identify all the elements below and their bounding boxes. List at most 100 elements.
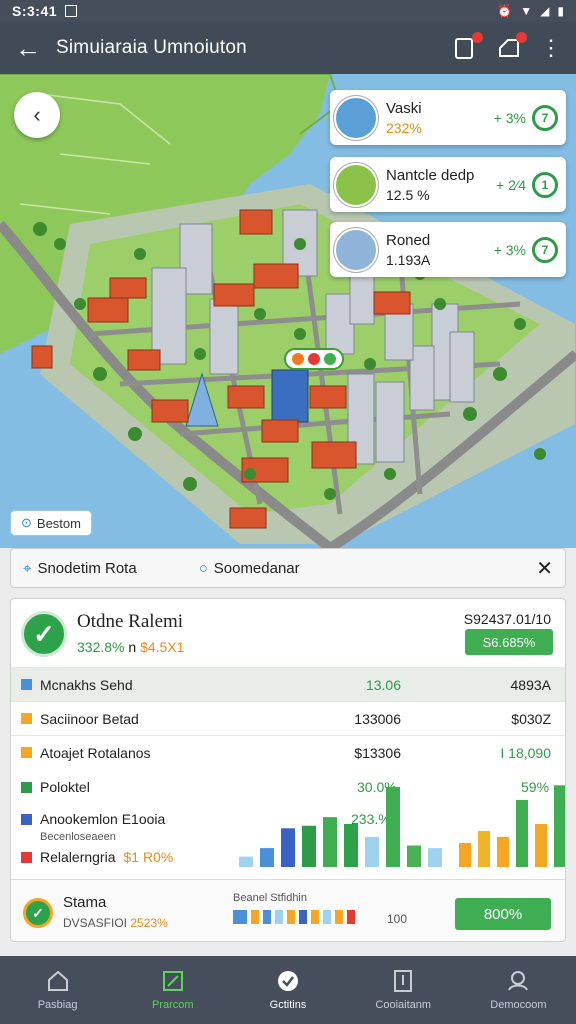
route-destination-label: Soomedanar [213,559,300,577]
row-label: Saciinoor Betad [40,710,139,727]
row-value: 13.06 [365,676,401,693]
left-bar-7 [386,787,400,867]
edit-icon [162,971,183,991]
search-icon: ○ [198,559,208,577]
legend-swatch [21,679,32,690]
map-chip-label: Bestom [36,515,81,531]
report-sub-orange: $4.5X1 [140,639,185,655]
bar-chart: Poloktel Anookemlon E1ooia Becenloseaeen… [11,769,565,871]
report-footer: ✓ Stama DVSASFIOI 2523% Beanel Stfidhin … [11,879,565,941]
left-bar-3 [302,825,316,867]
nav-item-3[interactable]: Cooiaitanm [346,956,461,1024]
footer-sub-text: DVSASFIOI [63,916,128,930]
route-destination[interactable]: ○ Soomedanar [199,560,300,577]
nav-label: Gctitins [269,999,307,1011]
map-card-delta: + 3% [493,109,526,126]
route-origin[interactable]: ⌖ Snodetim Rota [23,560,137,577]
marker-dot-red [308,353,320,365]
footer-mini-bars [233,910,355,924]
document-icon [394,970,413,992]
table-row[interactable]: Atoajet Rotalanos $13306 I 18,090 [11,735,565,769]
left-bar-5 [344,824,358,867]
city-map[interactable]: ‹ Vaski 232% + 3% 7 Nantcle dedp 12.5 % … [0,74,576,548]
nav-item-0[interactable]: Pasbiag [0,956,115,1024]
more-icon[interactable]: ⋮ [540,37,562,59]
left-bar-8 [407,845,421,867]
close-icon[interactable]: ✕ [536,556,553,581]
pin-icon: ⌖ [23,559,32,577]
footer-title: Stama [63,894,107,911]
back-icon[interactable]: ← [0,33,56,64]
left-bar-9 [428,848,442,867]
nav-label: Pasbiag [37,999,78,1011]
map-card-progress-icon: 1 [532,171,558,198]
report-sub-green: 332.8% [77,639,125,655]
share-icon[interactable] [496,32,527,61]
home-icon [47,970,68,991]
notification-icon [65,5,78,17]
left-bar-2 [281,828,295,867]
wifi-icon: ▼ [520,4,533,18]
nav-item-1[interactable]: Prarcom [115,956,230,1024]
route-search-bar[interactable]: ⌖ Snodetim Rota ○ Soomedanar ✕ [10,548,566,588]
map-card-progress-icon: 7 [532,104,558,131]
right-bar-1 [478,830,490,867]
route-origin-label: Snodetim Rota [37,559,137,577]
right-bar-3 [516,799,528,867]
legend-swatch [21,713,32,724]
battery-icon: ▮ [557,4,564,18]
nav-item-2[interactable]: Gctitins [230,956,345,1024]
right-bar-4 [535,824,547,867]
map-card-2[interactable]: Roned 1.193A + 3% 7 [330,222,566,277]
profile-icon [508,971,529,991]
map-card-1[interactable]: Nantcle dedp 12.5 % + 2⁄4 1 [330,157,566,212]
footer-bar-num: 100 [387,912,408,926]
map-card-pct: 1.193A [386,251,431,268]
map-location-chip[interactable]: ⊙ Bestom [10,510,92,536]
right-bar-2 [497,836,509,867]
legend-swatch [21,747,32,758]
map-marker[interactable] [284,348,344,370]
map-card-pct: 232% [386,119,422,136]
marker-dot-green [324,353,336,365]
footer-sub: DVSASFIOI 2523% [63,916,168,930]
nav-label: Democoom [490,999,547,1011]
report-action-button[interactable]: S6.685% [465,629,553,655]
app-bar: ← Simuiaraia Umnoiuton ⋮ [0,22,576,74]
row-label: Mcnakhs Sehd [40,676,133,693]
map-card-progress-icon: 7 [532,236,558,263]
left-bar-6 [365,836,379,867]
map-card-pct: 12.5 % [386,186,430,203]
map-card-name: Nantcle dedp [386,166,475,184]
marker-dot-orange [292,353,304,365]
status-icons: ⏰ ▼ ◢ ▮ [497,4,564,18]
clipboard-badge [472,32,483,43]
footer-action-button[interactable]: 800% [455,898,551,930]
report-panel: ✓ Otdne Ralemi 332.8% n $4.5X1 S92437.01… [10,598,566,942]
row-amount: I 18,090 [500,744,551,761]
table-row[interactable]: Mcnakhs Sehd 13.06 4893A [11,667,565,701]
report-title: Otdne Ralemi [77,611,184,632]
row-amount: 4893A [510,676,551,693]
bottom-nav: Pasbiag Prarcom Gctitins Cooiaitanm Demo… [0,956,576,1024]
map-card-name: Vaski [386,99,422,117]
row-value: $13306 [354,744,401,761]
location-icon: ⊙ [21,515,32,530]
table-row[interactable]: Saciinoor Betad 133006 $030Z [11,701,565,735]
report-header: ✓ Otdne Ralemi 332.8% n $4.5X1 S92437.01… [11,599,565,667]
map-card-name: Roned [386,231,431,249]
map-card-thumbnail [334,162,378,207]
clipboard-icon[interactable] [452,32,483,61]
map-card-0[interactable]: Vaski 232% + 3% 7 [330,90,566,145]
row-value: 133006 [354,710,401,727]
report-total: S92437.01/10 [463,611,551,627]
footer-sub-pct: 2523% [130,916,168,930]
map-back-button[interactable]: ‹ [14,92,60,138]
status-icon: ✓ [23,898,53,928]
nav-item-4[interactable]: Democoom [461,956,576,1024]
nav-label: Cooiaitanm [375,999,432,1011]
left-bar-0 [239,856,253,867]
map-card-thumbnail [334,227,378,272]
footer-bar-text: Beanel Stfidhin [233,892,307,904]
check-circle-icon [278,971,298,991]
